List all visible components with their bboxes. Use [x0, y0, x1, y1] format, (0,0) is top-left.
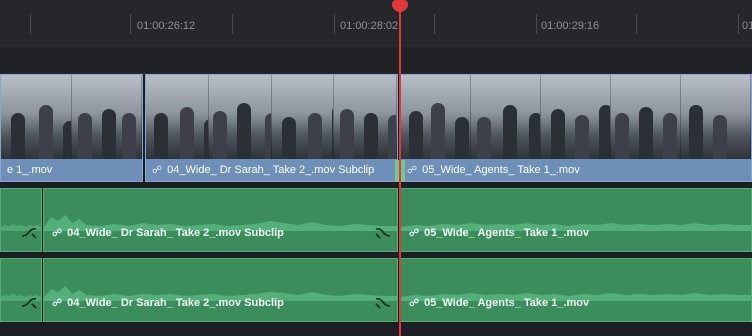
ruler-tick [434, 14, 435, 34]
ruler-tick [130, 14, 131, 34]
fade-handle-icon[interactable] [375, 297, 391, 309]
clip-label: 04_Wide_ Dr Sarah_ Take 2_.mov Subclip [67, 227, 284, 239]
clip-label: e 1_.mov [7, 164, 53, 176]
waveform [44, 215, 397, 231]
video-clip[interactable]: e 1_.mov [0, 74, 143, 182]
audio-clip[interactable]: ☍ 05_Wide_ Agents_ Take 1_.mov [400, 188, 752, 252]
timeline-subheader [0, 46, 752, 74]
clip-label: 05_Wide_ Agents_ Take 1_.mov [422, 164, 580, 176]
clip-label: 05_Wide_ Agents_ Take 1_.mov [424, 297, 590, 309]
timecode-label: 01 [742, 20, 752, 32]
ruler-tick [232, 14, 233, 34]
ruler-tick [536, 14, 537, 34]
clip-title: ☍ 04_Wide_ Dr Sarah_ Take 2_.mov Subclip [52, 297, 284, 309]
fade-handle-icon[interactable] [21, 297, 37, 309]
audio-track: ☍ 04_Wide_ Dr Sarah_ Take 2_.mov Subclip … [0, 188, 752, 254]
link-icon: ☍ [407, 165, 418, 176]
timecode-label: 01:00:29:16 [541, 20, 600, 32]
fade-handle-icon[interactable] [375, 227, 391, 239]
waveform [1, 294, 41, 301]
clip-title: e 1_.mov [1, 159, 142, 181]
ruler-tick [636, 14, 637, 34]
ruler-tick [738, 14, 739, 34]
timeline-ruler[interactable]: 01:00:26:12 01:00:28:02 01:00:29:16 01 [0, 0, 752, 46]
waveform [1, 224, 41, 231]
link-icon: ☍ [409, 228, 420, 239]
clip-title: ☍ 05_Wide_ Agents_ Take 1_.mov [409, 227, 589, 239]
clip-thumbnails [1, 75, 142, 161]
timecode-label: 01:00:26:12 [137, 20, 196, 32]
clip-title: ☍ 04_Wide_ Dr Sarah_ Take 2_.mov Subclip [146, 159, 397, 181]
video-clip[interactable]: ☍ 05_Wide_ Agents_ Take 1_.mov [400, 74, 752, 182]
waveform [401, 293, 751, 301]
ruler-tick [30, 14, 31, 34]
ruler-tick [334, 14, 335, 34]
audio-clip[interactable] [0, 258, 42, 322]
fade-handle-icon[interactable] [21, 227, 37, 239]
clip-thumbnails [401, 75, 751, 161]
waveform [401, 223, 751, 231]
clip-title: ☍ 05_Wide_ Agents_ Take 1_.mov [401, 159, 751, 181]
playhead-line[interactable] [399, 8, 401, 336]
audio-track: ☍ 04_Wide_ Dr Sarah_ Take 2_.mov Subclip … [0, 258, 752, 324]
link-icon: ☍ [52, 298, 63, 309]
audio-clip[interactable] [0, 188, 42, 252]
link-icon: ☍ [52, 228, 63, 239]
link-icon: ☍ [409, 298, 420, 309]
timecode-label: 01:00:28:02 [340, 20, 399, 32]
link-icon: ☍ [152, 165, 163, 176]
clip-thumbnails [146, 75, 397, 161]
waveform [44, 286, 397, 301]
clip-label: 04_Wide_ Dr Sarah_ Take 2_.mov Subclip [67, 297, 284, 309]
audio-clip[interactable]: ☍ 05_Wide_ Agents_ Take 1_.mov [400, 258, 752, 322]
clip-label: 04_Wide_ Dr Sarah_ Take 2_.mov Subclip [167, 164, 375, 176]
clip-title: ☍ 04_Wide_ Dr Sarah_ Take 2_.mov Subclip [52, 227, 284, 239]
audio-clip[interactable]: ☍ 04_Wide_ Dr Sarah_ Take 2_.mov Subclip [43, 188, 398, 252]
audio-clip[interactable]: ☍ 04_Wide_ Dr Sarah_ Take 2_.mov Subclip [43, 258, 398, 322]
video-track: e 1_.mov ☍ 04_Wide_ Dr Sarah_ Take 2_.mov… [0, 74, 752, 184]
clip-title: ☍ 05_Wide_ Agents_ Take 1_.mov [409, 297, 589, 309]
clip-label: 05_Wide_ Agents_ Take 1_.mov [424, 227, 590, 239]
video-clip[interactable]: ☍ 04_Wide_ Dr Sarah_ Take 2_.mov Subclip [145, 74, 398, 182]
